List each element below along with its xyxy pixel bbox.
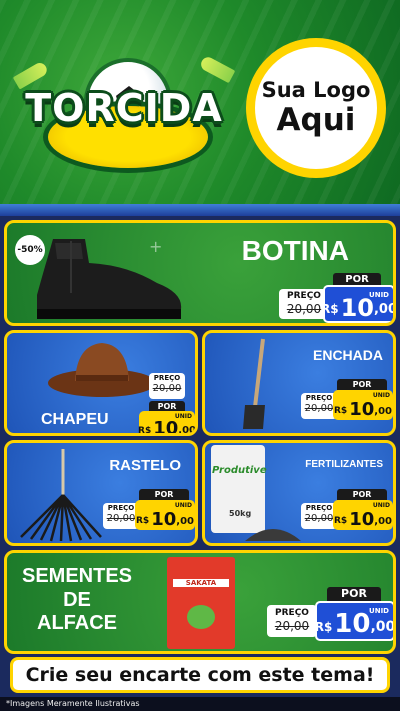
por-label: POR <box>337 489 387 500</box>
current-price: R$ 10 ,00 UNID <box>333 500 393 530</box>
header-divider <box>0 204 400 216</box>
price-decimal: ,00 <box>178 425 196 436</box>
name-line-1: SEMENTES <box>21 565 133 587</box>
price-decimal: ,00 <box>370 619 396 635</box>
currency-symbol: R$ <box>314 620 333 634</box>
product-grid: -50% + BOTINA POR PREÇO 20,00 R$ 10 ,00 … <box>0 216 400 696</box>
current-price: R$ 10 ,00 UNID <box>314 601 396 641</box>
product-card-sementes[interactable]: SEMENTES DE ALFACE SAKATA POR PREÇO 20,0… <box>4 550 396 654</box>
package-brand: Produtive <box>212 465 267 476</box>
fertilizer-bag-image: Produtive 50kg <box>211 445 267 533</box>
preco-label: PREÇO <box>287 291 321 301</box>
price-integer: 10 <box>151 509 177 531</box>
product-card-rastelo[interactable]: RASTELO POR PREÇO 20,00 R$ 10 ,00 UNID <box>4 440 198 546</box>
unit-label: UNID <box>174 413 192 420</box>
seed-packet-image: SAKATA <box>167 557 235 649</box>
product-card-botina[interactable]: -50% + BOTINA POR PREÇO 20,00 R$ 10 ,00 … <box>4 220 396 326</box>
current-price: R$ 10 ,00 UNID <box>320 285 396 323</box>
unit-label: UNID <box>174 502 192 509</box>
por-label: POR <box>337 379 387 390</box>
logo-line-1: Sua Logo <box>261 78 371 103</box>
lettuce-icon <box>187 605 215 629</box>
preco-label: PREÇO <box>275 608 309 618</box>
vuvuzela-icon <box>198 54 236 84</box>
store-logo-placeholder[interactable]: Sua Logo Aqui <box>246 38 386 178</box>
product-name: FERTILIZANTES <box>305 459 383 470</box>
product-name: CHAPEU <box>41 411 109 428</box>
price-decimal: ,00 <box>373 302 396 317</box>
price-integer: 10 <box>349 509 375 531</box>
product-card-fertilizantes[interactable]: Produtive 50kg FERTILIZANTES POR PREÇO 2… <box>202 440 396 546</box>
soil-pile-image <box>245 529 301 541</box>
currency-symbol: R$ <box>334 516 348 526</box>
preco-label: PREÇO <box>107 504 135 512</box>
old-price-box: PREÇO 20,00 <box>301 503 337 529</box>
name-line-2: DE <box>63 588 91 611</box>
current-price: R$ 10 ,00 UNID <box>138 411 196 436</box>
unit-label: UNID <box>369 607 389 615</box>
product-name: BOTINA <box>241 235 349 266</box>
current-price: R$ 10 ,00 UNID <box>333 390 393 420</box>
header-banner: TORCIDA Sua Logo Aqui <box>0 0 400 204</box>
old-price: 20,00 <box>304 403 334 414</box>
old-price: 20,00 <box>304 513 334 524</box>
por-label: POR <box>327 587 381 601</box>
currency-symbol: R$ <box>334 406 348 416</box>
hoe-image <box>243 338 265 429</box>
torcida-logo: TORCIDA <box>12 48 236 178</box>
product-name: SEMENTES DE ALFACE <box>13 565 141 636</box>
preco-label: PREÇO <box>305 394 333 402</box>
currency-symbol: R$ <box>138 426 152 436</box>
price-integer: 10 <box>349 399 375 421</box>
por-label: POR <box>139 489 189 500</box>
currency-symbol: R$ <box>136 516 150 526</box>
logo-line-2: Aqui <box>276 101 356 138</box>
old-price: 20,00 <box>152 383 182 394</box>
old-price: 20,00 <box>274 619 310 633</box>
price-decimal: ,00 <box>374 406 392 417</box>
product-name: RASTELO <box>109 457 181 474</box>
boot-image <box>37 239 182 319</box>
footer: Crie seu encarte com este tema! <box>0 655 400 699</box>
price-integer: 10 <box>334 609 371 640</box>
unit-label: UNID <box>372 392 390 399</box>
price-decimal: ,00 <box>176 516 194 527</box>
package-brand: SAKATA <box>173 579 229 587</box>
product-card-enchada[interactable]: ENCHADA POR PREÇO 20,00 R$ 10 ,00 UNID <box>202 330 396 436</box>
cta-banner[interactable]: Crie seu encarte com este tema! <box>10 657 390 693</box>
currency-symbol: R$ <box>320 302 339 316</box>
preco-label: PREÇO <box>153 374 181 382</box>
package-weight: 50kg <box>229 509 252 518</box>
name-line-3: ALFACE <box>37 612 117 635</box>
old-price: 20,00 <box>106 513 136 524</box>
unit-label: UNID <box>372 502 390 509</box>
price-integer: 10 <box>153 418 179 436</box>
rake-image <box>20 449 102 542</box>
preco-label: PREÇO <box>305 504 333 512</box>
old-price-box: PREÇO 20,00 <box>149 373 185 399</box>
old-price-box: PREÇO 20,00 <box>267 605 317 637</box>
hat-image <box>48 343 156 397</box>
product-card-chapeu[interactable]: CHAPEU PREÇO 20,00 POR R$ 10 ,00 UNID <box>4 330 198 436</box>
unit-label: UNID <box>369 291 389 299</box>
old-price-box: PREÇO 20,00 <box>103 503 139 529</box>
disclaimer: *Imagens Meramente Ilustrativas <box>0 697 400 711</box>
current-price: R$ 10 ,00 UNID <box>135 500 195 530</box>
old-price-box: PREÇO 20,00 <box>301 393 337 419</box>
brand-title: TORCIDA <box>25 86 223 130</box>
price-decimal: ,00 <box>374 516 392 527</box>
product-name: ENCHADA <box>313 347 383 363</box>
